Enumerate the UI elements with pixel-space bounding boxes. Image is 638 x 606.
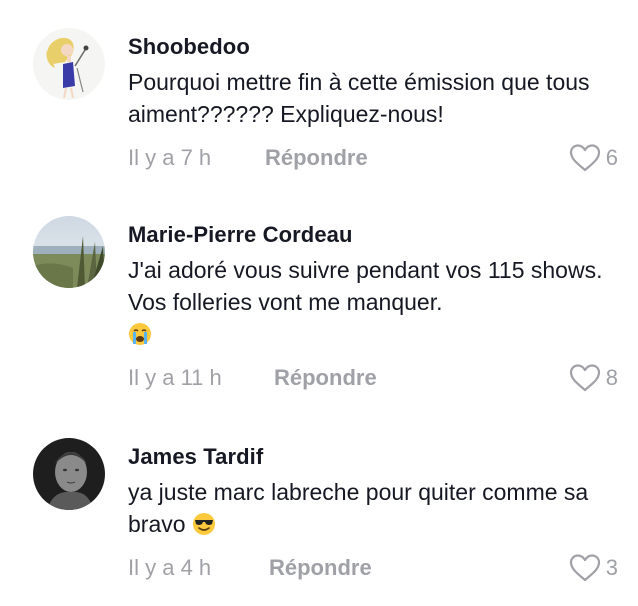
reply-button[interactable]: Répondre <box>269 552 372 584</box>
comment-meta: Il y a 7 h Répondre 6 <box>128 142 618 174</box>
comment-time: Il y a 7 h <box>128 145 212 170</box>
comment-text: J'ai adoré vous suivre pendant vos 115 s… <box>128 254 618 350</box>
like-button[interactable]: 8 <box>568 362 618 394</box>
portrait-photo-icon <box>33 438 105 510</box>
reply-button[interactable]: Répondre <box>274 362 377 394</box>
like-count: 8 <box>605 365 618 390</box>
comment-time: Il y a 11 h <box>128 365 222 390</box>
comment-author[interactable]: Shoobedoo <box>128 33 618 61</box>
crying-face-emoji-icon <box>129 323 151 345</box>
sunglasses-face-emoji-icon <box>192 513 215 535</box>
comment-body: James Tardif ya juste marc labreche pour… <box>128 443 618 584</box>
heart-outline-icon <box>569 554 600 582</box>
comment-meta: Il y a 11 h Répondre 8 <box>128 362 618 394</box>
avatar[interactable] <box>33 438 105 510</box>
comment-author[interactable]: James Tardif <box>128 443 618 471</box>
like-count: 3 <box>605 555 618 580</box>
heart-outline-icon <box>569 144 600 172</box>
comment-author[interactable]: Marie-Pierre Cordeau <box>128 221 618 249</box>
reply-button[interactable]: Répondre <box>265 142 368 174</box>
comment-text: Pourquoi mettre fin à cette émission que… <box>128 69 596 127</box>
heart-outline-icon <box>569 364 600 392</box>
like-button[interactable]: 3 <box>568 552 618 584</box>
comment-body: Marie-Pierre Cordeau J'ai adoré vous sui… <box>128 221 618 394</box>
landscape-photo-icon <box>33 216 105 288</box>
comment-meta: Il y a 4 h Répondre 3 <box>128 552 618 584</box>
comment-body: Shoobedoo Pourquoi mettre fin à cette ém… <box>128 33 618 174</box>
avatar[interactable] <box>33 216 105 288</box>
like-button[interactable]: 6 <box>568 142 618 174</box>
comment-text-content: J'ai adoré vous suivre pendant vos 115 s… <box>128 257 609 315</box>
singer-illustration-icon <box>33 28 105 100</box>
avatar[interactable] <box>33 28 105 100</box>
comment-time: Il y a 4 h <box>128 555 212 580</box>
like-count: 6 <box>605 145 618 170</box>
comment-text: ya juste marc labreche pour quiter comme… <box>128 476 618 540</box>
